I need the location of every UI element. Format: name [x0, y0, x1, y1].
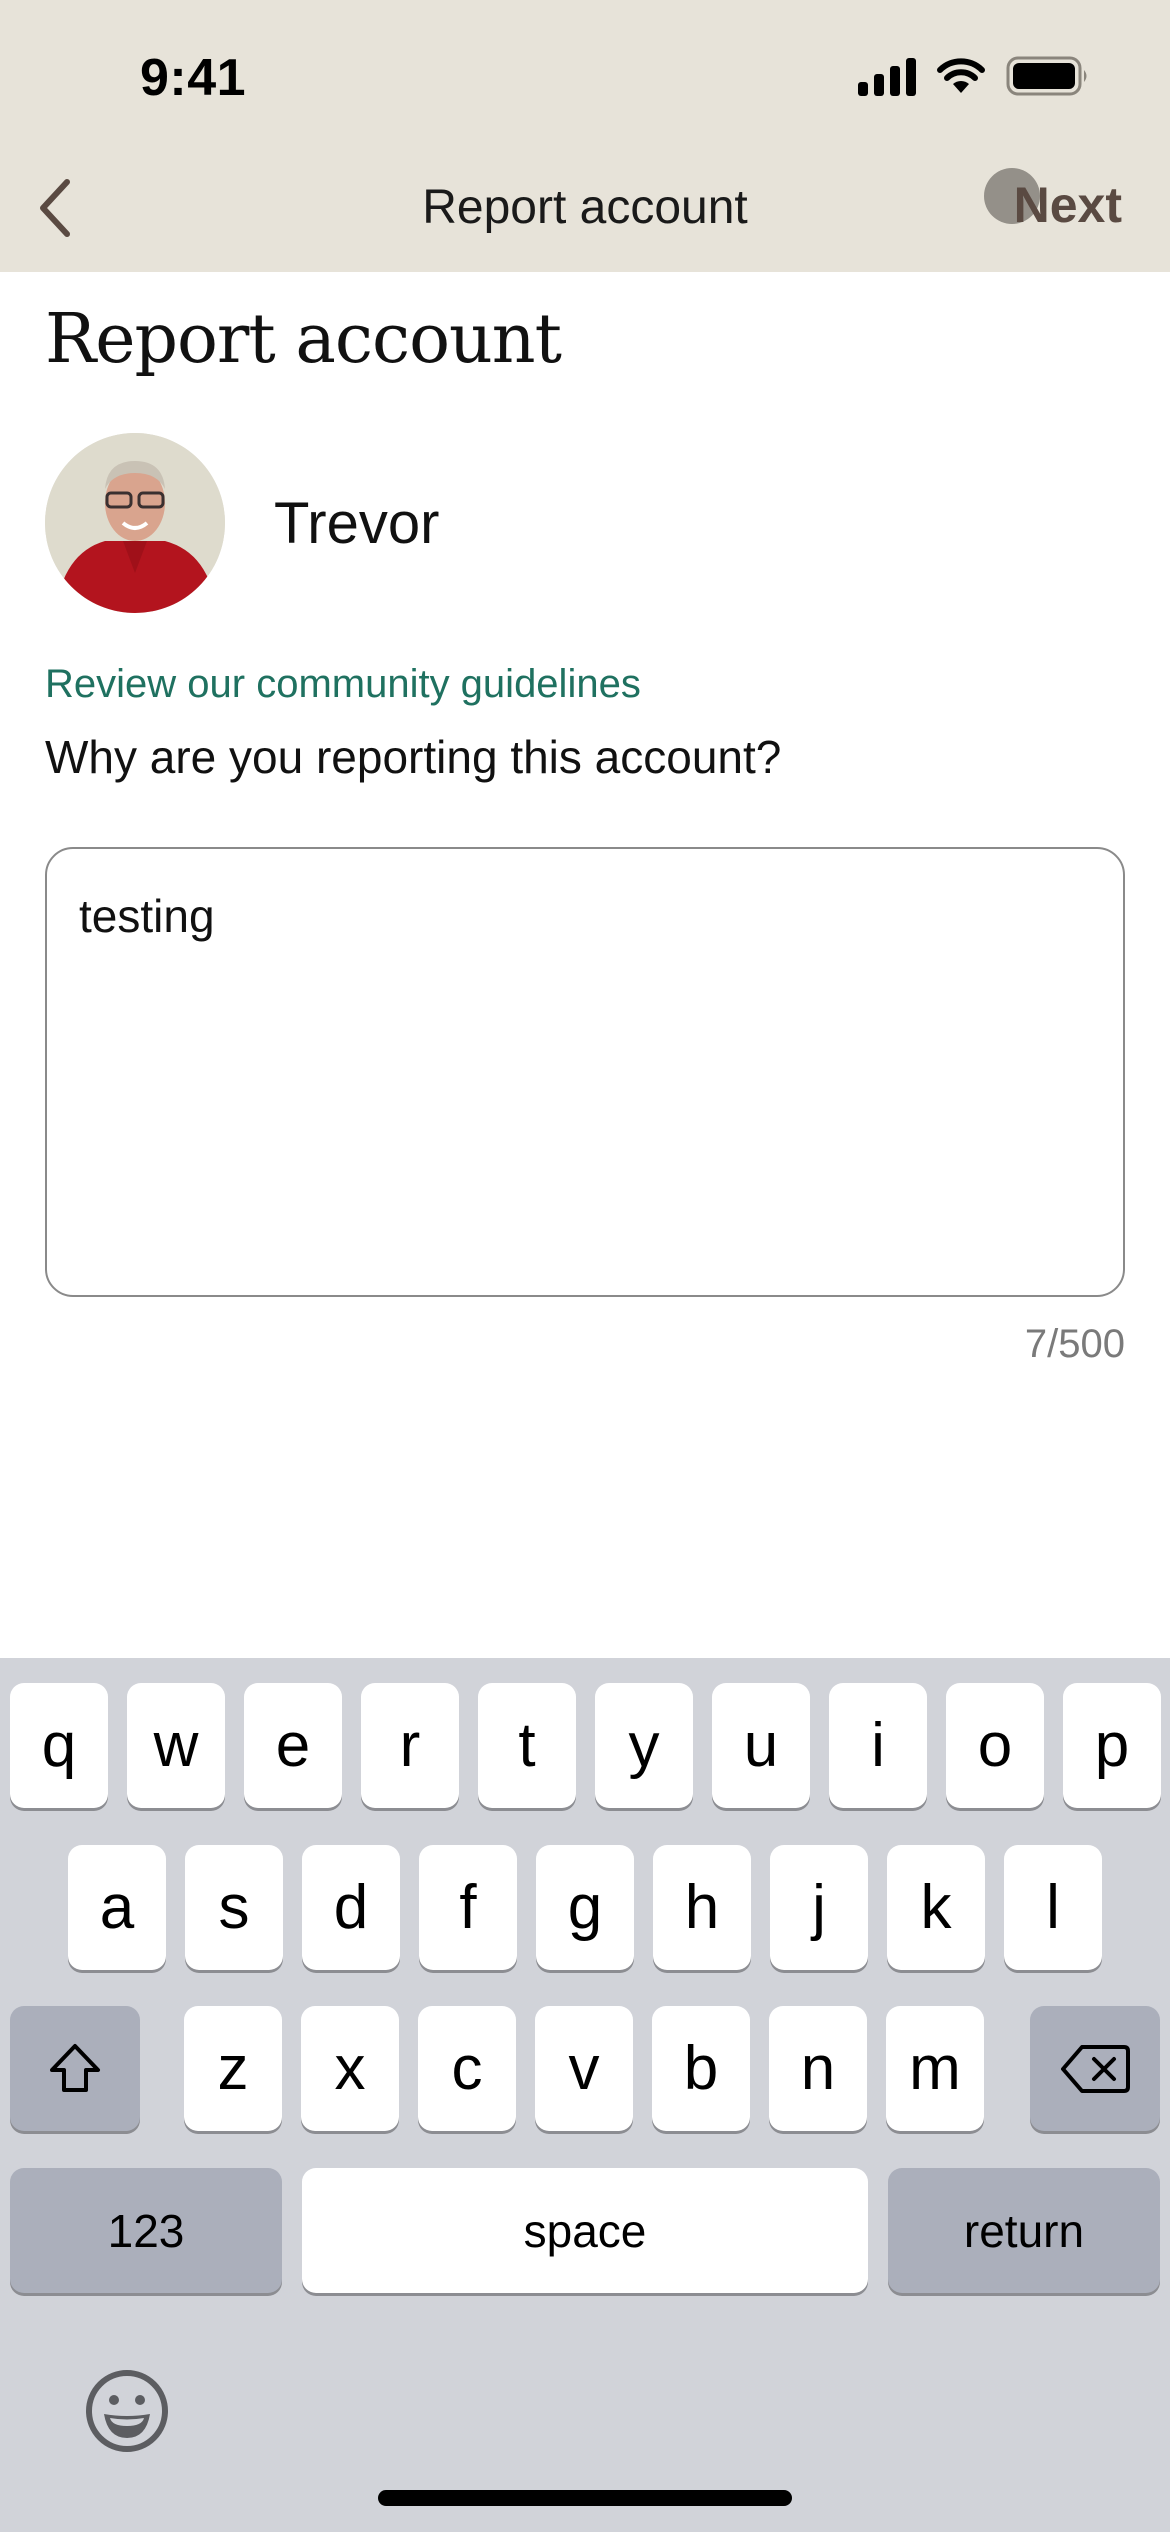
- delete-icon: [1061, 2044, 1130, 2093]
- key-c[interactable]: c: [418, 2006, 516, 2131]
- key-j[interactable]: j: [770, 1845, 868, 1970]
- cellular-signal-icon: [858, 56, 916, 96]
- key-w[interactable]: w: [127, 1683, 225, 1808]
- next-button[interactable]: Next: [1014, 176, 1122, 234]
- key-t[interactable]: t: [478, 1683, 576, 1808]
- wifi-icon: [937, 58, 985, 93]
- key-r[interactable]: r: [361, 1683, 459, 1808]
- key-i[interactable]: i: [829, 1683, 927, 1808]
- battery-icon: [1006, 56, 1087, 96]
- user-name: Trevor: [274, 491, 440, 556]
- avatar: [45, 433, 225, 613]
- return-key[interactable]: return: [888, 2168, 1160, 2293]
- key-m[interactable]: m: [886, 2006, 984, 2131]
- key-y[interactable]: y: [595, 1683, 693, 1808]
- status-time: 9:41: [140, 49, 247, 107]
- user-photo: [45, 433, 225, 613]
- key-d[interactable]: d: [302, 1845, 400, 1970]
- key-e[interactable]: e: [244, 1683, 342, 1808]
- space-key[interactable]: space: [302, 2168, 868, 2293]
- community-guidelines-link[interactable]: Review our community guidelines: [45, 662, 641, 707]
- key-s[interactable]: s: [185, 1845, 283, 1970]
- key-b[interactable]: b: [652, 2006, 750, 2131]
- report-question: Why are you reporting this account?: [45, 731, 782, 783]
- status-icons: [858, 56, 1090, 96]
- key-g[interactable]: g: [536, 1845, 634, 1970]
- key-l[interactable]: l: [1004, 1845, 1102, 1970]
- key-z[interactable]: z: [184, 2006, 282, 2131]
- key-h[interactable]: h: [653, 1845, 751, 1970]
- key-q[interactable]: q: [10, 1683, 108, 1808]
- shift-icon: [50, 2043, 100, 2092]
- emoji-icon[interactable]: [82, 2366, 172, 2456]
- key-x[interactable]: x: [301, 2006, 399, 2131]
- report-reason-text: testing: [79, 890, 215, 942]
- shift-key[interactable]: [10, 2006, 140, 2131]
- key-u[interactable]: u: [712, 1683, 810, 1808]
- delete-key[interactable]: [1030, 2006, 1160, 2131]
- key-a[interactable]: a: [68, 1845, 166, 1970]
- key-k[interactable]: k: [887, 1845, 985, 1970]
- top-bar: 9:41 Report account Next: [0, 0, 1170, 272]
- page-heading: Report account: [45, 300, 562, 379]
- key-n[interactable]: n: [769, 2006, 867, 2131]
- key-p[interactable]: p: [1063, 1683, 1161, 1808]
- report-reason-input[interactable]: testing: [45, 847, 1125, 1297]
- key-v[interactable]: v: [535, 2006, 633, 2131]
- key-o[interactable]: o: [946, 1683, 1044, 1808]
- home-indicator: [378, 2490, 792, 2506]
- numbers-key[interactable]: 123: [10, 2168, 282, 2293]
- key-f[interactable]: f: [419, 1845, 517, 1970]
- character-counter: 7/500: [1024, 1322, 1125, 1366]
